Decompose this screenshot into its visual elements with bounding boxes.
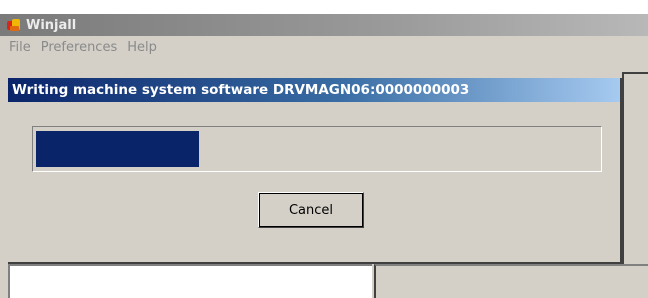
right-panel — [374, 264, 648, 298]
dialog-title: Writing machine system software DRVMAGN0… — [12, 82, 470, 98]
winjall-app-icon — [6, 17, 22, 33]
menu-preferences[interactable]: Preferences — [36, 40, 122, 55]
menu-help[interactable]: Help — [122, 40, 162, 55]
dialog-titlebar[interactable]: Writing machine system software DRVMAGN0… — [8, 78, 620, 102]
background-panel-edge — [622, 72, 648, 264]
cancel-button-label: Cancel — [288, 202, 334, 218]
app-titlebar[interactable]: Winjall — [0, 14, 648, 36]
progress-fill — [36, 131, 199, 167]
progress-bar — [32, 126, 602, 172]
progress-dialog: Writing machine system software DRVMAGN0… — [8, 78, 622, 264]
app-title: Winjall — [26, 17, 77, 33]
cancel-button[interactable]: Cancel — [258, 192, 364, 228]
progress-track — [36, 131, 598, 167]
menu-bar: File Preferences Help — [0, 36, 648, 58]
menu-file[interactable]: File — [4, 40, 36, 55]
left-list-panel[interactable] — [8, 264, 372, 298]
